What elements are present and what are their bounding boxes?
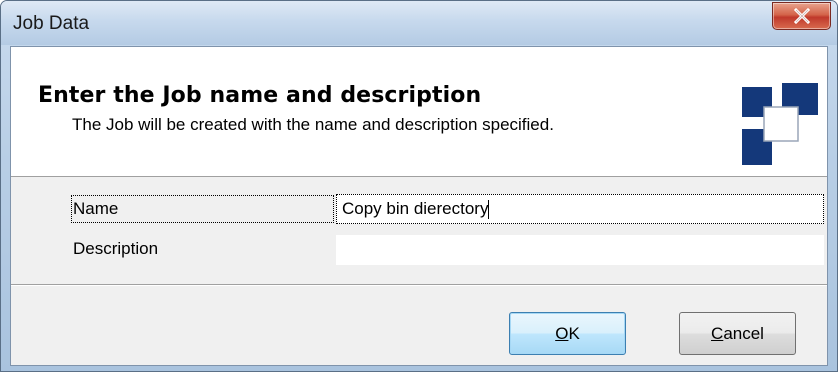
cancel-button-label: Cancel xyxy=(711,323,764,343)
close-button[interactable] xyxy=(772,2,831,30)
dialog-content: Enter the Job name and description The J… xyxy=(10,46,828,366)
name-input-value: Copy bin dierectory xyxy=(342,199,489,218)
description-input[interactable] xyxy=(336,235,824,265)
ok-button[interactable]: OK xyxy=(509,312,626,355)
text-caret xyxy=(488,199,490,219)
name-input[interactable]: Copy bin dierectory xyxy=(336,194,824,224)
window-title: Job Data xyxy=(13,13,90,34)
name-label: Name xyxy=(71,195,334,223)
wizard-header: Enter the Job name and description The J… xyxy=(11,47,827,177)
title-bar[interactable]: Job Data xyxy=(1,1,837,45)
cancel-button[interactable]: Cancel xyxy=(679,312,796,355)
close-icon xyxy=(793,8,810,24)
page-heading: Enter the Job name and description xyxy=(38,83,482,108)
footer-separator xyxy=(11,284,827,286)
dialog-window: Job Data Enter the Job name and descript… xyxy=(0,0,838,372)
description-label: Description xyxy=(73,239,159,258)
page-subheading: The Job will be created with the name an… xyxy=(72,115,554,134)
ok-button-label: OK xyxy=(555,323,580,343)
wizard-logo-icon xyxy=(742,83,818,165)
